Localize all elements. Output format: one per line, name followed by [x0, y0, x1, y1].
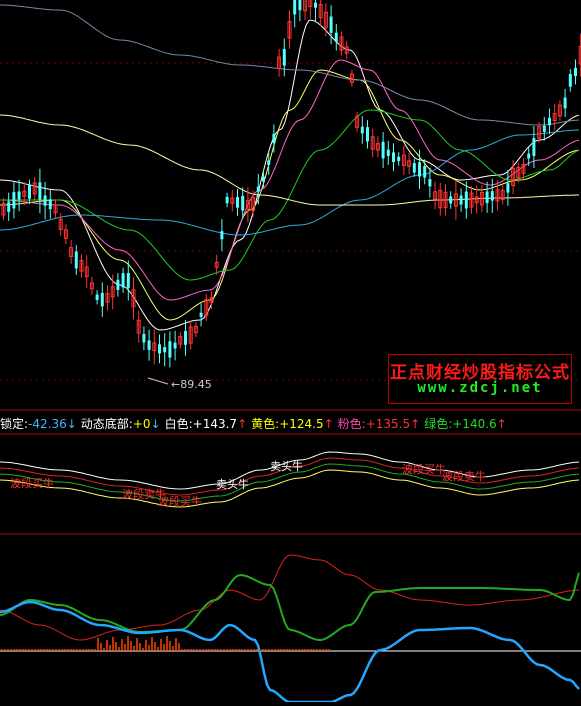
- indicator-header-item: 绿色:: [424, 417, 453, 431]
- candle-body: [38, 182, 42, 200]
- candle-body: [173, 342, 177, 349]
- candle-body: [236, 197, 239, 208]
- candle-body: [168, 341, 172, 358]
- candle-body: [412, 163, 416, 173]
- candle-body: [163, 347, 167, 353]
- indicator-header-item: ↓: [150, 417, 161, 431]
- candle-body: [490, 191, 494, 201]
- candle-body: [241, 195, 245, 211]
- candle-body: [48, 199, 52, 210]
- candle-body: [314, 2, 317, 8]
- indicator-header-item: 白色:: [164, 417, 193, 431]
- candle-body: [17, 191, 21, 200]
- candle-body: [116, 279, 120, 290]
- candle-body: [329, 16, 333, 33]
- candle-body: [12, 192, 16, 209]
- candle-body: [121, 273, 125, 288]
- indicator-header-item: +140.6: [452, 417, 497, 431]
- candle-body: [542, 125, 546, 132]
- candle-body: [126, 273, 130, 288]
- candle-body: [386, 149, 390, 156]
- indicator-header-item: 动态底部:: [80, 417, 133, 431]
- candle-body: [74, 251, 78, 269]
- candle-body: [459, 195, 463, 205]
- candle-body: [262, 176, 265, 182]
- candle-body: [360, 126, 364, 134]
- candle-body: [272, 133, 276, 144]
- candle-body: [574, 67, 577, 77]
- indicator-header-item: ↓: [66, 417, 77, 431]
- candle-body: [428, 179, 432, 187]
- candle-body: [100, 292, 104, 307]
- candle-body: [548, 117, 551, 126]
- indicator-header-item: ↑: [323, 417, 334, 431]
- candle-body: [220, 231, 224, 240]
- signal-label: 卖头牛: [270, 459, 303, 473]
- indicator-header-item: +143.7: [192, 417, 238, 431]
- signal-label: 卖头牛: [216, 477, 249, 491]
- indicator-header-item: -42.36: [28, 417, 67, 431]
- indicator-header-item: +0: [132, 417, 151, 431]
- low-marker-line: [147, 377, 169, 385]
- candle-body: [147, 340, 151, 350]
- indicator-header-item: +124.5: [279, 417, 324, 431]
- stock-chart: ←89.45波段买牛波段卖牛波段买牛卖头牛卖头牛 波段买牛波段卖牛: [0, 0, 581, 704]
- chart-stage: ←89.45 波段买牛 波段卖牛 波段买牛 卖头牛 卖头牛 波段买牛 波段卖牛 锁定:-42.…: [0, 0, 581, 704]
- candle-body: [464, 191, 468, 209]
- candle-body: [485, 191, 489, 204]
- candle-body: [423, 166, 427, 178]
- signal-label: 波段买牛: [158, 494, 202, 508]
- signal-label: 波段卖牛: [442, 469, 486, 483]
- signal-label: 波段买牛: [402, 462, 446, 476]
- low-price-label: ←89.45: [171, 378, 212, 391]
- indicator-header-item: 黄色:: [251, 417, 280, 431]
- candle-body: [527, 153, 531, 159]
- indicator-header-item: 锁定:: [0, 417, 29, 431]
- watermark-url: www.zdcj.net: [417, 380, 543, 396]
- indicator-header-item: +135.5: [365, 417, 411, 431]
- candle-body: [95, 294, 99, 300]
- indicator-header: 锁定:-42.36↓ 动态底部:+0↓ 白色:+143.7↑ 黄色:+124.5↑ 粉色…: [0, 414, 511, 434]
- candle-body: [184, 330, 187, 345]
- candle-body: [282, 49, 286, 66]
- indicator-header-item: 粉色:: [337, 417, 366, 431]
- candle-body: [298, 0, 302, 11]
- candle-body: [366, 127, 369, 142]
- candle-body: [43, 195, 47, 206]
- osc-red-line: [0, 554, 580, 641]
- osc-green-line: [0, 572, 580, 642]
- candle-body: [568, 74, 572, 87]
- candle-body: [397, 156, 401, 162]
- candle-body: [28, 185, 31, 199]
- indicator-header-item: ↑: [237, 417, 248, 431]
- candle-body: [158, 344, 161, 354]
- candle-body: [199, 312, 203, 318]
- candle-body: [563, 97, 567, 109]
- indicator-header-item: ↑: [410, 417, 421, 431]
- watermark: 正点财经炒股指标公式 www.zdcj.net: [388, 354, 572, 404]
- candle-body: [225, 196, 229, 204]
- candle-body: [142, 333, 146, 343]
- indicator-header-item: ↑: [496, 417, 507, 431]
- candle-body: [449, 196, 453, 204]
- candle-body: [392, 152, 395, 162]
- candle-body: [418, 162, 421, 177]
- candle-body: [532, 138, 536, 156]
- candle-body: [506, 183, 510, 193]
- candle-body: [381, 141, 385, 159]
- candle-body: [267, 160, 271, 165]
- candle-body: [334, 32, 338, 42]
- signal-label: 波段买牛: [10, 476, 54, 490]
- candle-body: [7, 201, 11, 212]
- candle-body: [293, 0, 297, 15]
- candle-body: [256, 186, 260, 192]
